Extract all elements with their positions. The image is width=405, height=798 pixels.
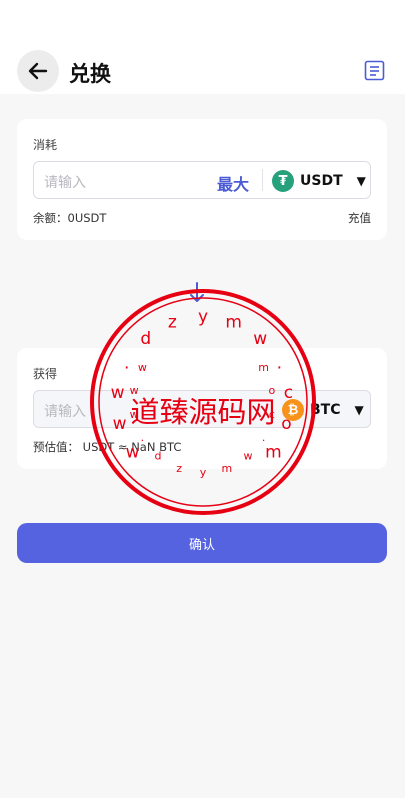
watermark-stamp: www.dzymw.com www.dzymw.com 道臻源码网 — [87, 286, 319, 518]
watermark-main-text: 道臻源码网 — [130, 395, 275, 429]
back-button[interactable] — [17, 50, 59, 92]
watermark-ring-char: w — [138, 361, 147, 374]
header-bar: 兑换 — [0, 0, 405, 94]
recharge-link[interactable]: 充值 — [348, 210, 371, 226]
watermark-ring-char: d — [140, 329, 151, 349]
watermark-ring-char: m — [258, 361, 269, 374]
to-label: 获得 — [33, 367, 58, 381]
from-card: 消耗 请输入 最大 ₮ USDT ▼ 余额：0USDT 充值 — [17, 119, 387, 240]
watermark-ring-char: m — [265, 442, 282, 462]
watermark-ring-char: . — [262, 431, 266, 444]
arrow-left-icon — [28, 62, 48, 80]
max-button[interactable]: 最大 — [217, 171, 249, 195]
from-coin-name: USDT — [300, 173, 343, 189]
document-list-icon — [364, 60, 385, 81]
watermark-ring-char: y — [200, 466, 207, 479]
from-amount-input[interactable]: 请输入 最大 ₮ USDT ▼ — [33, 161, 371, 199]
from-amount-placeholder: 请输入 — [44, 175, 86, 191]
watermark-ring-char: w — [253, 329, 267, 349]
from-coin-select[interactable]: ₮ USDT ▼ — [272, 170, 366, 192]
watermark-ring-char: . — [141, 431, 145, 444]
watermark-ring-char: y — [198, 307, 208, 327]
divider — [262, 169, 263, 191]
history-button[interactable] — [364, 60, 385, 81]
from-label: 消耗 — [33, 138, 58, 152]
usdt-icon: ₮ — [272, 170, 294, 192]
watermark-ring-char: w — [126, 442, 140, 462]
watermark-ring-char: w — [111, 383, 125, 403]
caret-down-icon: ▼ — [356, 174, 366, 188]
watermark-ring-char: m — [225, 313, 242, 333]
page-title: 兑换 — [69, 62, 111, 86]
to-amount-placeholder: 请输入 — [44, 404, 86, 420]
watermark-ring-char: . — [124, 353, 129, 373]
watermark-ring-char: . — [277, 353, 282, 373]
balance-text: 余额：0USDT — [33, 211, 107, 225]
watermark-ring-char: z — [168, 313, 177, 333]
watermark-ring-char: w — [244, 450, 253, 463]
watermark-ring-char: m — [222, 462, 233, 475]
watermark-ring-char: d — [155, 450, 162, 463]
watermark-ring-char: w — [113, 414, 127, 434]
caret-down-icon: ▼ — [354, 403, 364, 417]
watermark-ring-char: z — [176, 462, 182, 475]
watermark-ring-char: c — [284, 383, 293, 403]
watermark-ring-char: o — [281, 414, 291, 434]
confirm-button[interactable]: 确认 — [17, 523, 387, 563]
